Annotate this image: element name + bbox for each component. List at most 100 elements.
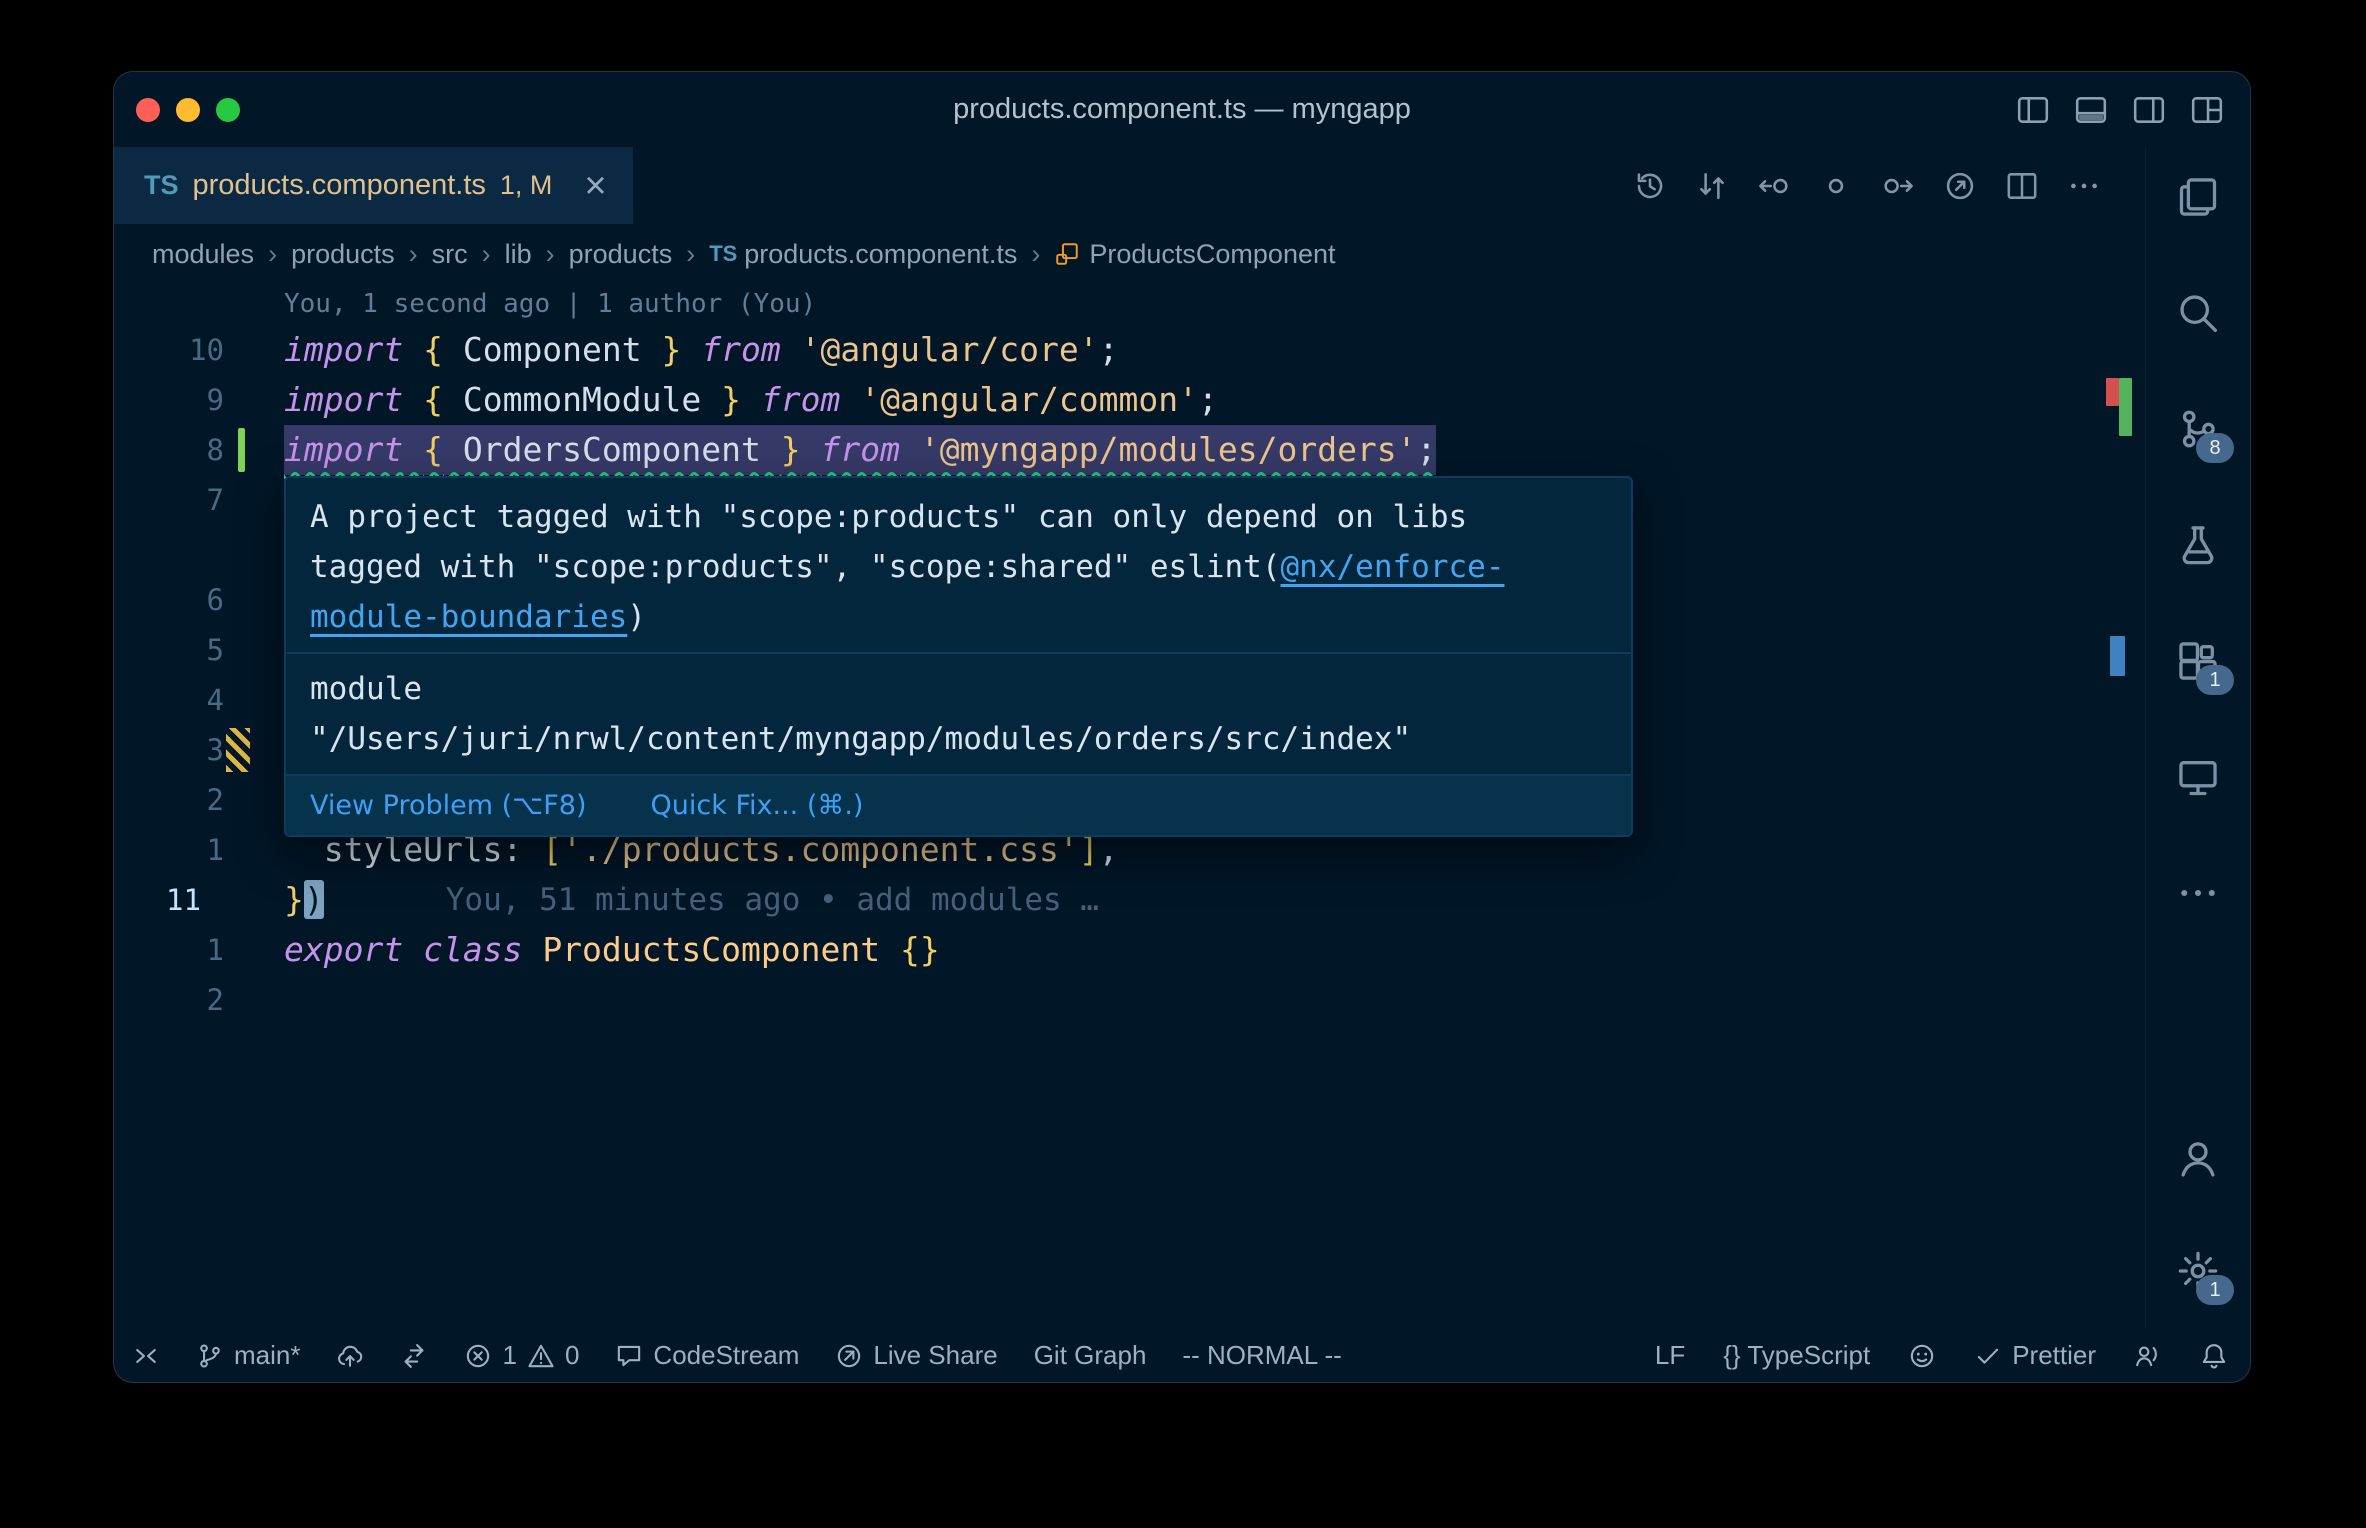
status-remote-indicator[interactable]: [132, 1342, 160, 1370]
line-number[interactable]: 5: [207, 625, 224, 675]
line-number[interactable]: 11: [166, 875, 201, 925]
line-number[interactable]: 4: [207, 675, 224, 725]
previous-change-icon[interactable]: [1757, 169, 1791, 203]
extensions-icon[interactable]: 1: [2170, 633, 2234, 695]
warning-icon: [527, 1342, 555, 1370]
breadcrumb-products[interactable]: products: [291, 239, 395, 270]
code-line[interactable]: 11}) You, 51 minutes ago • add modules …: [114, 875, 2145, 925]
split-editor-icon[interactable]: [2005, 169, 2039, 203]
live-share-icon: [835, 1342, 863, 1370]
code-editor[interactable]: You, 1 second ago | 1 author (You) 10 imp…: [114, 284, 2145, 1329]
line-number[interactable]: 8: [207, 425, 224, 475]
next-change-icon[interactable]: [1881, 169, 1915, 203]
line-number[interactable]: 9: [207, 375, 224, 425]
settings-gear-icon[interactable]: 1: [2170, 1243, 2234, 1305]
code-line[interactable]: 9 import { CommonModule } from '@angular/…: [114, 375, 2145, 425]
minimize-window-button[interactable]: [176, 97, 200, 122]
close-window-button[interactable]: [136, 97, 160, 122]
status-label: {} TypeScript: [1723, 1340, 1871, 1370]
cursor-block: ): [303, 880, 324, 919]
status-git-graph[interactable]: Git Graph: [1034, 1340, 1147, 1371]
gutter-modified-indicator: [226, 728, 250, 772]
status-prettier[interactable]: Prettier: [1974, 1340, 2096, 1371]
line-number[interactable]: 10: [189, 325, 224, 375]
code-text: import { Component } from '@angular/core…: [284, 325, 1119, 375]
tab-products-component-ts[interactable]: TS products.component.ts 1, M ×: [114, 147, 633, 224]
status-label: 0: [564, 1340, 580, 1370]
code-token: import: [284, 330, 404, 369]
code-line[interactable]: 1 export class ProductsComponent {}: [114, 925, 2145, 975]
codelens-annotation[interactable]: You, 1 second ago | 1 author (You): [114, 284, 2145, 325]
more-views-icon[interactable]: [2170, 865, 2226, 921]
status-eol-indicator[interactable]: LF: [1655, 1340, 1685, 1371]
status-live-share[interactable]: Live Share: [835, 1340, 998, 1371]
remote-icon: [132, 1342, 160, 1370]
open-changes-icon[interactable]: [1943, 169, 1977, 203]
breadcrumb-label: products.component.ts: [744, 238, 1018, 269]
view-problem-action[interactable]: View Problem (⌥F8): [310, 790, 587, 821]
line-number[interactable]: 3: [207, 725, 224, 775]
breadcrumb-products[interactable]: products: [569, 239, 673, 270]
breadcrumb-separator: ›: [545, 238, 555, 269]
compare-icon[interactable]: [1695, 169, 1729, 203]
status-sync-changes[interactable]: [336, 1342, 364, 1370]
line-number[interactable]: 1: [207, 825, 224, 875]
zoom-window-button[interactable]: [216, 97, 240, 122]
breadcrumb-productscomponent[interactable]: ProductsComponent: [1054, 239, 1336, 270]
status-git-branch[interactable]: main*: [196, 1340, 300, 1371]
eslint-rule-link[interactable]: @nx/enforce-: [1281, 549, 1505, 585]
code-token: {: [423, 380, 443, 419]
status-codestream[interactable]: CodeStream: [615, 1340, 799, 1371]
status-feedback[interactable]: [2134, 1342, 2162, 1370]
quick-fix-action[interactable]: Quick Fix... (⌘.): [651, 790, 864, 821]
code-line[interactable]: 8 import { OrdersComponent } from '@mynga…: [114, 425, 2145, 475]
status-vim-mode[interactable]: -- NORMAL --: [1182, 1340, 1341, 1371]
badge: 8: [2196, 433, 2234, 463]
search-icon[interactable]: [2170, 285, 2226, 341]
more-views-icon: [2176, 871, 2220, 915]
copilot-icon: [1908, 1342, 1936, 1370]
breadcrumb-src[interactable]: src: [432, 239, 468, 270]
testing-icon[interactable]: [2170, 517, 2226, 573]
status-notifications[interactable]: [2200, 1342, 2228, 1370]
customize-layout-icon[interactable]: [2190, 93, 2224, 127]
breadcrumb-products-component-ts[interactable]: TS products.component.ts: [709, 239, 1017, 270]
line-number[interactable]: 6: [207, 575, 224, 625]
close-tab-button[interactable]: ×: [584, 167, 606, 205]
status-label: CodeStream: [653, 1340, 800, 1370]
file-history-icon[interactable]: [1633, 169, 1667, 203]
source-control-icon[interactable]: 8: [2170, 401, 2234, 463]
changes-icon[interactable]: [1819, 169, 1853, 203]
remote-explorer-icon[interactable]: [2170, 749, 2226, 805]
breadcrumb-separator: ›: [686, 238, 696, 269]
line-number[interactable]: 2: [207, 775, 224, 825]
line-number[interactable]: 2: [207, 975, 224, 1025]
eslint-rule-link[interactable]: module-boundaries: [310, 599, 627, 635]
code-token: ;: [1098, 330, 1119, 369]
toggle-secondary-sidebar-icon[interactable]: [2132, 93, 2166, 127]
status-language-mode[interactable]: {} TypeScript: [1723, 1340, 1870, 1371]
overview-ruler[interactable]: [2106, 284, 2145, 1329]
status-problems[interactable]: 10: [464, 1340, 579, 1371]
code-token: }: [721, 380, 741, 419]
more-actions-icon[interactable]: [2067, 169, 2101, 203]
explorer-icon[interactable]: [2170, 169, 2226, 225]
code-text: import { OrdersComponent } from '@myngap…: [284, 425, 1437, 475]
code-token: OrdersComponent: [442, 430, 781, 469]
accounts-icon[interactable]: [2170, 1131, 2226, 1187]
status-git-compare[interactable]: [400, 1342, 428, 1370]
breadcrumb-lib[interactable]: lib: [505, 239, 532, 270]
status-copilot[interactable]: [1908, 1342, 1936, 1370]
code-line[interactable]: 10 import { Component } from '@angular/co…: [114, 325, 2145, 375]
code-line[interactable]: 2: [114, 975, 2145, 1025]
breadcrumb-modules[interactable]: modules: [152, 239, 254, 270]
line-number[interactable]: 1: [207, 925, 224, 975]
line-number[interactable]: 7: [207, 475, 224, 525]
toggle-panel-icon[interactable]: [2074, 93, 2108, 127]
gutter: 8: [114, 425, 284, 475]
problem-text: tagged with "scope:products", "scope:sha…: [310, 549, 1281, 585]
toggle-primary-sidebar-icon[interactable]: [2016, 93, 2050, 127]
breadcrumb-label: src: [431, 238, 468, 269]
